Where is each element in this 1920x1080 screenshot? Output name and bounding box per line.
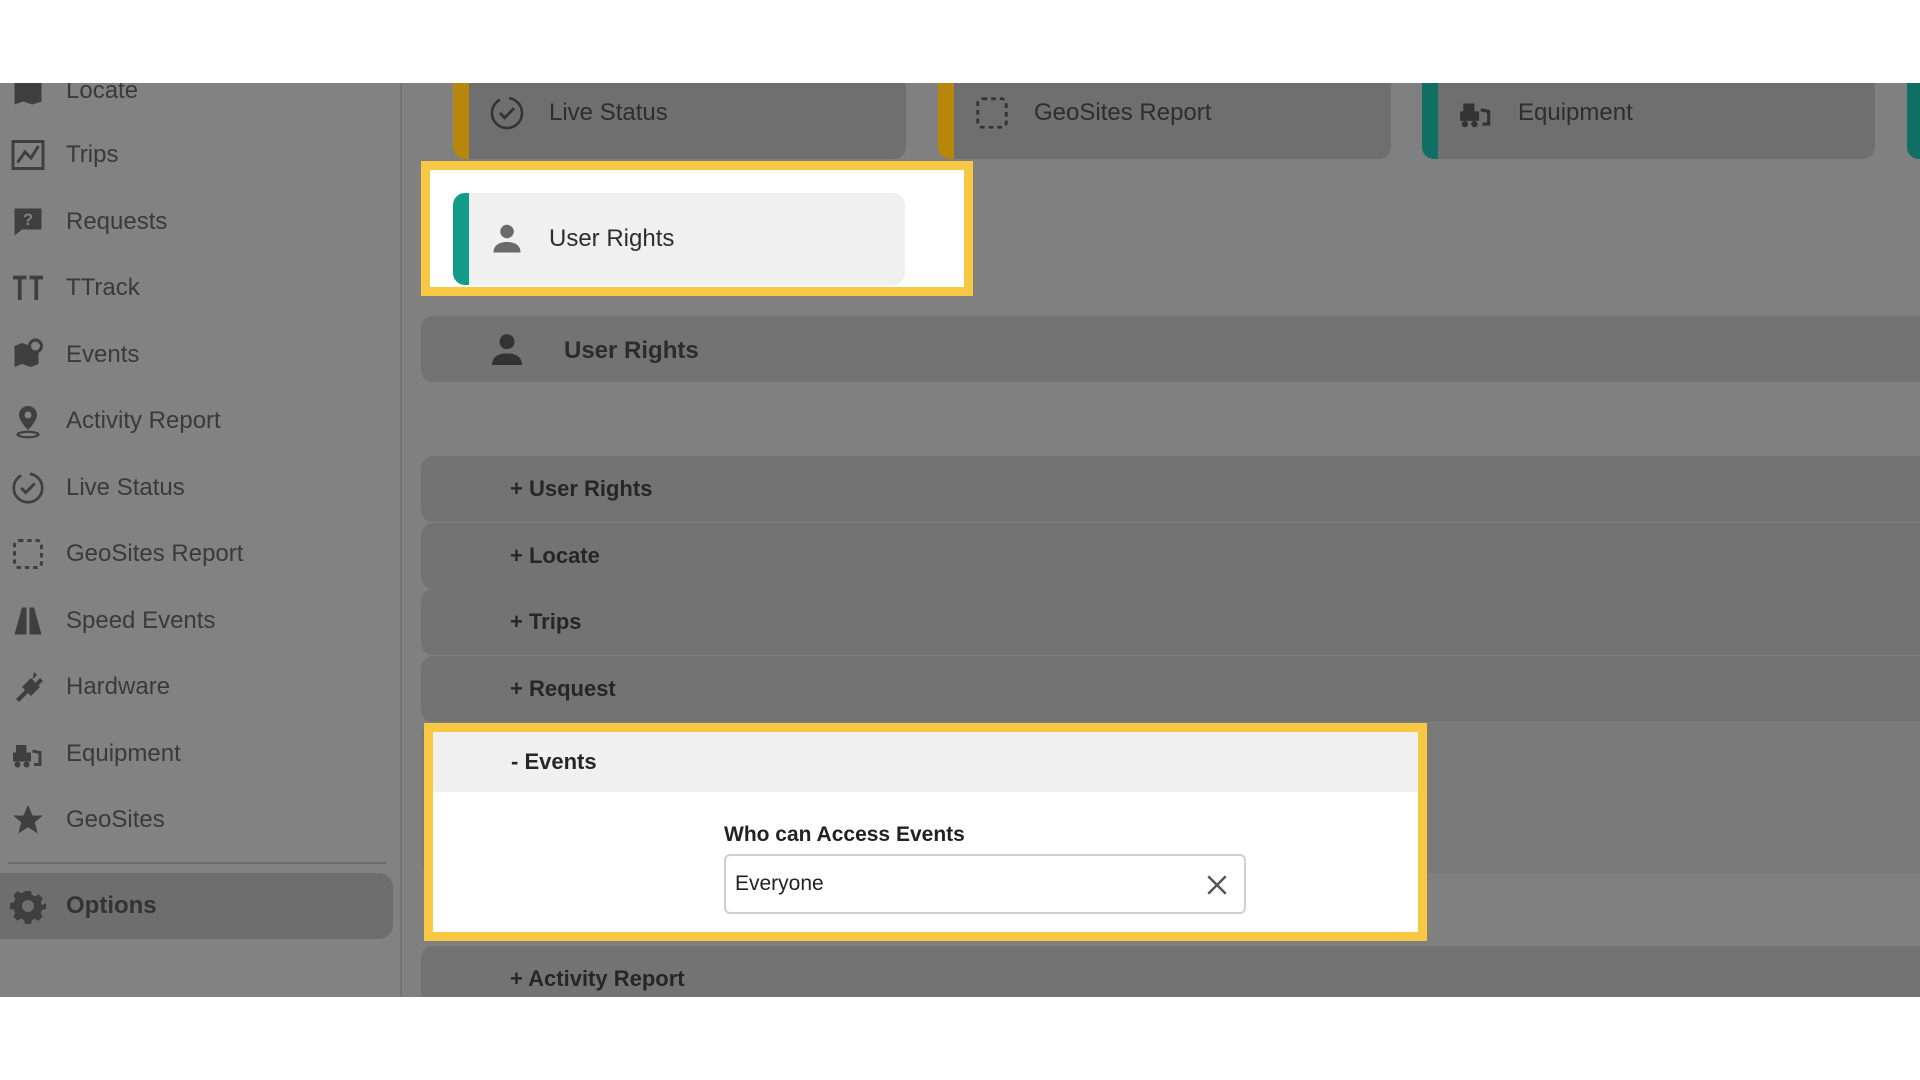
app-viewport: Locate Trips ? Requests TTrack Events Ac… — [0, 83, 1920, 997]
sidebar-item-label: Requests — [66, 208, 168, 235]
sidebar-item-label: Speed Events — [66, 607, 216, 634]
section-header-user-rights: User Rights — [421, 316, 1920, 382]
star-icon — [8, 800, 48, 840]
events-access-select[interactable]: Everyone — [724, 854, 1246, 914]
accordion-locate[interactable]: + Locate — [421, 523, 1920, 589]
sidebar-item-label: GeoSites — [66, 806, 165, 833]
tile-label: User Rights — [549, 225, 675, 252]
accordion-user-rights[interactable]: + User Rights — [421, 456, 1920, 522]
ttrack-icon — [8, 268, 48, 308]
accordion-label: + Activity Report — [510, 966, 685, 991]
check-circle-icon — [8, 468, 48, 508]
dashed-square-icon — [972, 93, 1012, 133]
sidebar-item-equipment[interactable]: Equipment — [0, 726, 400, 782]
tile-accent-bar — [453, 193, 469, 285]
tile-user-rights[interactable]: User Rights — [453, 193, 905, 285]
tile-accent-bar — [453, 83, 469, 159]
sidebar-item-label: Equipment — [66, 740, 181, 767]
accordion-label: + Locate — [510, 543, 600, 568]
plug-icon — [8, 667, 48, 707]
sidebar-item-live-status[interactable]: Live Status — [0, 460, 400, 516]
accordion-label: - Events — [511, 749, 597, 774]
sidebar-item-label: Hardware — [66, 673, 171, 700]
select-value: Everyone — [735, 872, 824, 895]
person-icon — [487, 219, 527, 259]
sidebar-item-label: Events — [66, 341, 140, 368]
person-icon — [487, 330, 527, 370]
sidebar: Locate Trips ? Requests TTrack Events Ac… — [0, 83, 402, 997]
close-icon[interactable] — [1202, 870, 1232, 900]
sidebar-item-geosites-report[interactable]: GeoSites Report — [0, 526, 400, 582]
accordion-events[interactable]: - Events — [433, 732, 1418, 792]
events-map-icon — [8, 335, 48, 375]
trips-icon — [8, 135, 48, 175]
section-title: User Rights — [564, 337, 699, 364]
accordion-label: + Trips — [510, 609, 582, 634]
bulldozer-icon — [1456, 93, 1496, 133]
tile-label: Equipment — [1518, 99, 1633, 126]
svg-text:?: ? — [23, 211, 33, 229]
gear-icon — [8, 886, 48, 926]
bulldozer-icon — [8, 734, 48, 774]
tile-accent-bar — [938, 83, 954, 159]
tile-accent-bar — [1422, 83, 1438, 159]
tile-equipment[interactable]: Equipment — [1422, 83, 1875, 159]
tile-accent-bar — [1907, 83, 1920, 159]
sidebar-item-activity-report[interactable]: Activity Report — [0, 393, 400, 449]
sidebar-item-trips[interactable]: Trips — [0, 127, 400, 183]
road-icon — [8, 601, 48, 641]
tile-geosites-report[interactable]: GeoSites Report — [938, 83, 1391, 159]
highlight-box-events-panel: - Events Who can Access Events Everyone — [424, 723, 1427, 941]
accordion-label: + User Rights — [510, 476, 653, 501]
sidebar-item-speed-events[interactable]: Speed Events — [0, 593, 400, 649]
dashed-square-icon — [8, 534, 48, 574]
accordion-label: + Request — [510, 676, 616, 701]
sidebar-item-label: Activity Report — [66, 407, 221, 434]
person-pin-icon — [8, 401, 48, 441]
check-circle-icon — [487, 93, 527, 133]
tile-label: GeoSites Report — [1034, 99, 1212, 126]
sidebar-item-label: TTrack — [66, 274, 140, 301]
sidebar-item-hardware[interactable]: Hardware — [0, 659, 400, 715]
tile-label: Live Status — [549, 99, 668, 126]
sidebar-item-requests[interactable]: ? Requests — [0, 194, 400, 250]
sidebar-options-label: Options — [66, 892, 157, 919]
tile-live-status[interactable]: Live Status — [453, 83, 906, 159]
sidebar-item-label: Trips — [66, 141, 119, 168]
accordion-activity-report[interactable]: + Activity Report — [421, 946, 1920, 997]
sidebar-item-events[interactable]: Events — [0, 327, 400, 383]
sidebar-item-locate[interactable]: Locate — [0, 83, 400, 119]
sidebar-item-ttrack[interactable]: TTrack — [0, 260, 400, 316]
sidebar-item-label: Locate — [66, 83, 139, 104]
sidebar-divider — [8, 862, 386, 864]
events-access-label: Who can Access Events — [724, 823, 965, 846]
accordion-request[interactable]: + Request — [421, 656, 1920, 722]
question-icon: ? — [8, 202, 48, 242]
map-icon — [8, 83, 48, 111]
sidebar-item-geosites[interactable]: GeoSites — [0, 792, 400, 848]
tile-partial[interactable] — [1907, 83, 1920, 159]
sidebar-item-label: GeoSites Report — [66, 540, 244, 567]
sidebar-item-label: Live Status — [66, 474, 185, 501]
sidebar-item-options[interactable]: Options — [0, 873, 393, 939]
accordion-trips[interactable]: + Trips — [421, 589, 1920, 655]
